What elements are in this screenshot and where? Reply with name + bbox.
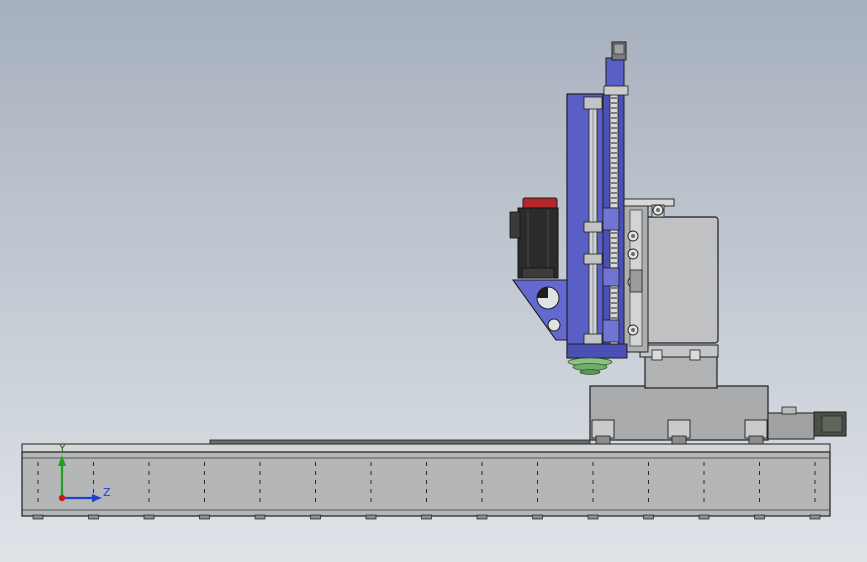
bolt-center [631,234,635,238]
bed-rail-strip [209,439,591,445]
bed-foot [532,514,543,520]
bed-foot [476,514,488,520]
axis-y-label: Y [59,442,66,455]
bed-foot [365,514,377,520]
bed-foot [32,514,44,520]
motor-body [517,207,559,279]
bed-foot [643,514,654,520]
axis-z-label: Z [103,486,111,499]
bed-foot [421,514,432,520]
bed-foot [310,514,321,520]
bed-foot [143,514,155,520]
bed-foot [698,514,710,520]
bed-foot [254,514,266,520]
bed-feet [32,514,821,520]
bed-top-plate [21,443,831,453]
cad-viewport[interactable]: Y Z [0,0,867,562]
bed-foot [199,514,210,520]
bolt-center [631,328,635,332]
base-bed[interactable] [21,439,831,520]
machine-model-drawing[interactable] [0,0,867,562]
bed-foot [809,514,821,520]
bed-foot [587,514,599,520]
housing-box [639,216,719,344]
bed-foot [88,514,99,520]
bracket-hole [547,318,561,332]
saddle-riser [644,355,718,389]
bed-foot [754,514,765,520]
axis-origin [58,494,66,502]
bolt-center [631,252,635,256]
bolt-center [656,208,660,212]
